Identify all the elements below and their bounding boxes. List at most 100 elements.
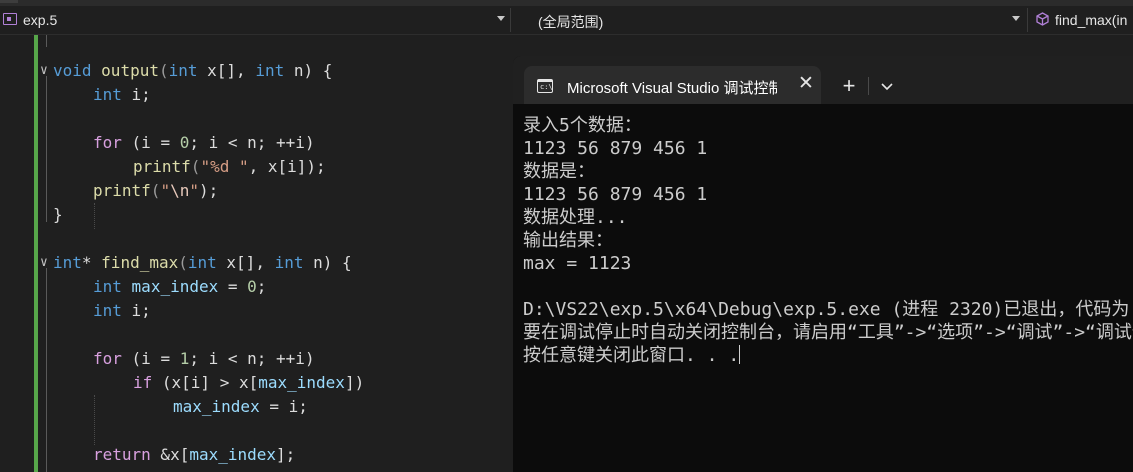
chevron-down-icon	[497, 16, 505, 21]
console-output: 录入5个数据： 1123 56 879 456 1 数据是： 1123 56 879 …	[523, 114, 1133, 367]
code-token: n) {	[303, 253, 352, 272]
code-line: printf("\n");	[93, 179, 218, 203]
chevron-down-icon[interactable]	[875, 72, 899, 100]
code-token: n) {	[284, 61, 333, 80]
brace-guide	[46, 35, 47, 47]
text-cursor	[739, 345, 741, 364]
project-dropdown[interactable]: exp.5	[0, 8, 511, 32]
close-icon[interactable]: ✕	[796, 74, 816, 94]
code-token: printf	[133, 157, 191, 176]
code-token: }	[53, 205, 63, 224]
console-line-text: 数据处理...	[523, 207, 628, 228]
code-line: return &x[max_index];	[93, 443, 295, 467]
code-token: ; i < n; ++i)	[189, 349, 315, 368]
code-token: &x[	[150, 445, 190, 464]
console-line: 数据处理...	[523, 206, 1133, 229]
fold-toggle-icon[interactable]: ∨	[40, 63, 48, 78]
code-token: x[],	[197, 61, 256, 80]
navigation-bar: exp.5 (全局范围) find_max(in	[0, 6, 1133, 35]
console-tab[interactable]: c:\ Microsoft Visual Studio 调试控制台 ✕	[524, 66, 821, 104]
code-token: int	[93, 277, 122, 296]
console-line-text: D:\VS22\exp.5\x64\Debug\exp.5.exe (进程 23…	[523, 299, 1133, 320]
plus-icon[interactable]: +	[835, 72, 863, 100]
code-token: (	[158, 61, 169, 80]
code-token: int	[255, 61, 285, 80]
code-token: printf	[93, 181, 151, 200]
brace-guide	[46, 76, 47, 222]
code-token: =	[218, 277, 248, 296]
member-name: find_max(in	[1055, 12, 1128, 28]
code-line: max_index = i;	[173, 395, 308, 419]
console-line: 按任意键关闭此窗口. . .	[523, 344, 1133, 367]
code-token: (	[150, 181, 161, 200]
code-token: (x[i] > x[	[152, 373, 259, 392]
code-token: , x[i]);	[248, 157, 326, 176]
project-name: exp.5	[23, 12, 58, 28]
console-line: max = 1123	[523, 252, 1133, 275]
cube-icon	[1036, 12, 1049, 26]
console-line-text: 要在调试停止时自动关闭控制台，请启用“工具”->“选项”->“调试”->“调试停…	[523, 322, 1133, 343]
code-line: printf("%d ", x[i]);	[133, 155, 326, 179]
code-token: int	[274, 253, 304, 272]
code-token: (	[178, 253, 188, 272]
code-token: int	[93, 301, 122, 320]
code-token: "	[189, 181, 199, 200]
code-token: ;	[256, 277, 267, 296]
code-token: i;	[121, 301, 151, 320]
scope-dropdown[interactable]: (全局范围)	[515, 8, 1028, 32]
debug-console-window[interactable]: c:\ Microsoft Visual Studio 调试控制台 ✕ + 录入…	[513, 56, 1133, 472]
code-line: int i;	[93, 299, 151, 323]
scope-name: (全局范围)	[538, 14, 604, 30]
code-token: max_index	[131, 277, 219, 296]
code-token: i;	[121, 85, 151, 104]
tab-separator	[868, 77, 869, 95]
console-line: 录入5个数据：	[523, 114, 1133, 137]
console-line-text: 输出结果：	[523, 230, 613, 251]
code-line: int max_index = 0;	[93, 275, 266, 299]
code-token: for	[93, 349, 122, 368]
code-token: (i =	[121, 133, 180, 152]
member-dropdown[interactable]: find_max(in	[1030, 8, 1133, 32]
console-line: 输出结果：	[523, 229, 1133, 252]
code-line: }	[53, 203, 63, 227]
code-token: int	[168, 61, 198, 80]
code-token: x[],	[216, 253, 275, 272]
code-token: return	[93, 445, 151, 464]
code-token: "	[160, 181, 171, 200]
code-token: if	[133, 373, 153, 392]
title-strip-mark	[0, 0, 18, 3]
console-line-text: 数据是：	[523, 161, 595, 182]
indent-guide	[94, 395, 95, 445]
change-margin	[34, 35, 38, 472]
console-line-text: max = 1123	[523, 253, 632, 274]
code-token: void	[53, 61, 92, 80]
code-line: int* find_max(int x[], int n) {	[53, 251, 352, 275]
code-line: int i;	[93, 83, 151, 107]
code-token: find_max	[101, 253, 179, 272]
code-token: );	[198, 181, 219, 200]
indent-guide	[94, 203, 95, 229]
code-token: int	[53, 253, 82, 272]
code-token: int	[93, 85, 122, 104]
code-editor[interactable]: void output(int x[], int n) { ∨ int i; for …	[0, 35, 513, 472]
code-line: for (i = 0; i < n; ++i)	[93, 131, 315, 155]
code-token: = i;	[259, 397, 308, 416]
console-line-text: 录入5个数据：	[523, 115, 642, 136]
code-token: 1	[179, 349, 190, 368]
console-tab-strip: c:\ Microsoft Visual Studio 调试控制台 ✕ +	[513, 56, 1133, 104]
code-token: \n	[170, 181, 190, 200]
fold-toggle-icon[interactable]: ∨	[40, 255, 48, 270]
code-token: "%d "	[200, 157, 249, 176]
code-token: ];	[276, 445, 296, 464]
code-line: void output(int x[], int n) {	[53, 59, 332, 83]
console-line-text: 1123 56 879 456 1	[523, 138, 708, 159]
code-line: for (i = 1; i < n; ++i)	[93, 347, 315, 371]
code-line: if (x[i] > x[max_index])	[133, 371, 364, 395]
code-token: max_index	[258, 373, 345, 392]
code-token: ])	[344, 373, 365, 392]
code-token: int	[187, 253, 217, 272]
code-token: 0	[179, 133, 190, 152]
